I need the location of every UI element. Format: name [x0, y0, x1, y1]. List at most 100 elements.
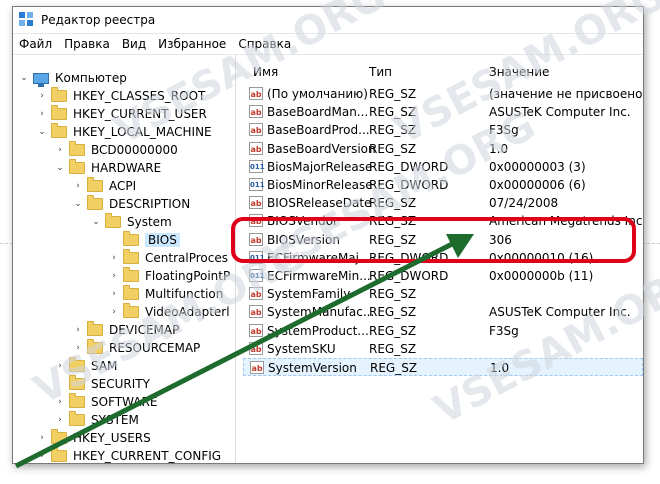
computer-icon	[33, 72, 49, 87]
tree-item[interactable]: › CentralProces	[109, 249, 228, 267]
string-value-icon: ab	[249, 305, 263, 319]
string-value-icon: ab	[249, 323, 263, 337]
folder-icon	[51, 447, 67, 462]
string-value-icon: ab	[249, 123, 263, 137]
cell-type: REG_SZ	[369, 232, 417, 247]
chevron-right-icon[interactable]: ›	[73, 325, 83, 335]
chevron-down-icon[interactable]: ⌄	[55, 163, 65, 173]
tree-item-label: HARDWARE	[91, 161, 162, 175]
chevron-right-icon[interactable]: ›	[37, 433, 47, 443]
cell-value: 0x00000010 (16)	[489, 250, 594, 265]
cell-value: 306	[489, 232, 512, 247]
table-row[interactable]: ab BIOSReleaseDate REG_SZ 07/24/2008	[243, 194, 643, 212]
tree-item-label: Компьютер	[55, 71, 127, 85]
tree-item[interactable]: › SYSTEM	[55, 411, 139, 429]
string-value-icon: ab	[249, 341, 263, 355]
menu-file[interactable]: Файл	[13, 37, 58, 51]
string-value-icon: ab	[249, 196, 263, 210]
binary-value-icon: 011	[249, 159, 265, 173]
chevron-right-icon[interactable]: ›	[55, 145, 65, 155]
tree-item-label: HKEY_USERS	[73, 431, 151, 445]
chevron-right-icon[interactable]: ›	[37, 109, 47, 119]
folder-icon	[69, 159, 85, 174]
tree-item[interactable]: › ACPI	[73, 177, 136, 195]
cell-name: SystemVersion	[268, 361, 357, 375]
cell-name: BaseBoardMan...	[267, 105, 369, 120]
cell-value: American Megatrends Inc.	[489, 214, 643, 229]
folder-icon	[123, 285, 139, 300]
cell-value: F3Sg	[489, 323, 519, 338]
cell-name: SystemProduct...	[267, 323, 369, 338]
folder-icon	[87, 195, 103, 210]
tree-item[interactable]: › HKEY_USERS	[37, 429, 151, 447]
tree-item[interactable]: › HKEY_CURRENT_CONFIG	[37, 447, 221, 463]
tree-item-label: HKEY_CURRENT_CONFIG	[73, 449, 222, 463]
folder-icon	[51, 105, 67, 120]
string-value-icon: ab	[249, 105, 263, 119]
folder-icon	[51, 87, 67, 102]
menu-view[interactable]: Вид	[116, 37, 152, 51]
folder-icon	[69, 411, 85, 426]
cell-type: REG_SZ	[370, 361, 418, 375]
tree-item-label: CentralProces	[145, 251, 228, 265]
cell-type: REG_SZ	[369, 87, 417, 101]
binary-value-icon: 011	[249, 178, 265, 191]
folder-icon	[51, 429, 67, 444]
menu-edit[interactable]: Правка	[58, 37, 116, 51]
tree-item-label: DESCRIPTION	[109, 197, 191, 211]
chevron-down-icon[interactable]: ⌄	[91, 217, 101, 227]
chevron-down-icon[interactable]: ⌄	[37, 127, 47, 137]
chevron-right-icon[interactable]: ›	[109, 271, 119, 281]
cell-name: BaseBoardVersion	[267, 141, 376, 156]
string-value-icon: ab	[249, 141, 263, 155]
string-value-icon: ab	[249, 214, 263, 228]
cell-value: 0x0000000b (11)	[489, 269, 594, 283]
folder-icon	[51, 123, 67, 138]
tree-item[interactable]: › BCD00000000	[55, 141, 178, 159]
cell-name: (По умолчанию)	[267, 87, 368, 101]
tree-item[interactable]: ⌄ System	[91, 213, 172, 231]
tree-item[interactable]: BIOS	[109, 231, 180, 249]
cell-type: REG_SZ	[369, 287, 417, 302]
folder-icon	[123, 231, 139, 246]
cell-value: 07/24/2008	[489, 196, 559, 211]
tree-item-label: ACPI	[109, 179, 137, 193]
registry-editor-icon	[19, 12, 35, 28]
chevron-down-icon[interactable]: ⌄	[19, 73, 29, 83]
tree-item-label: BIOS	[145, 233, 180, 247]
tree-item-label: System	[127, 215, 172, 229]
chevron-right-icon[interactable]: ›	[37, 91, 47, 101]
folder-icon	[69, 141, 85, 156]
cell-name: SystemSKU	[267, 341, 336, 356]
string-value-icon: ab	[250, 361, 264, 374]
cell-type: REG_SZ	[369, 341, 417, 356]
table-row[interactable]: ab SystemFamily REG_SZ	[243, 285, 643, 303]
folder-icon	[87, 177, 103, 192]
cell-name: SystemManufac...	[267, 305, 375, 320]
tree-item[interactable]: ⌄ DESCRIPTION	[73, 195, 190, 213]
cell-name: BaseBoardProd...	[267, 123, 370, 138]
chevron-right-icon[interactable]: ›	[55, 415, 65, 425]
cell-name: BiosMajorRelease	[267, 159, 373, 174]
folder-icon	[123, 249, 139, 264]
chevron-right-icon[interactable]: ›	[109, 253, 119, 263]
tree-item[interactable]: ⌄ HARDWARE	[55, 159, 161, 177]
cell-type: REG_SZ	[369, 305, 417, 320]
tree-item-label: SOFTWARE	[91, 395, 158, 409]
folder-icon	[123, 267, 139, 282]
cell-type: REG_DWORD	[369, 250, 449, 265]
tree-item[interactable]: ⌄ Компьютер	[19, 69, 127, 87]
chevron-right-icon[interactable]: ›	[109, 289, 119, 299]
list-header: Имя Тип Значение	[243, 63, 643, 83]
menu-favorites[interactable]: Избранное	[152, 37, 232, 51]
column-type-header[interactable]: Тип	[369, 65, 392, 79]
chevron-right-icon[interactable]: ›	[37, 451, 47, 461]
chevron-down-icon[interactable]: ⌄	[73, 199, 83, 209]
string-value-icon: ab	[249, 87, 263, 100]
chevron-right-icon[interactable]: ›	[73, 181, 83, 191]
chevron-right-icon[interactable]: ›	[109, 307, 119, 317]
tree-item-label: SYSTEM	[91, 413, 139, 427]
cell-type: REG_DWORD	[369, 269, 449, 283]
cell-value: 0x00000006 (6)	[489, 178, 586, 192]
folder-icon	[105, 213, 121, 228]
